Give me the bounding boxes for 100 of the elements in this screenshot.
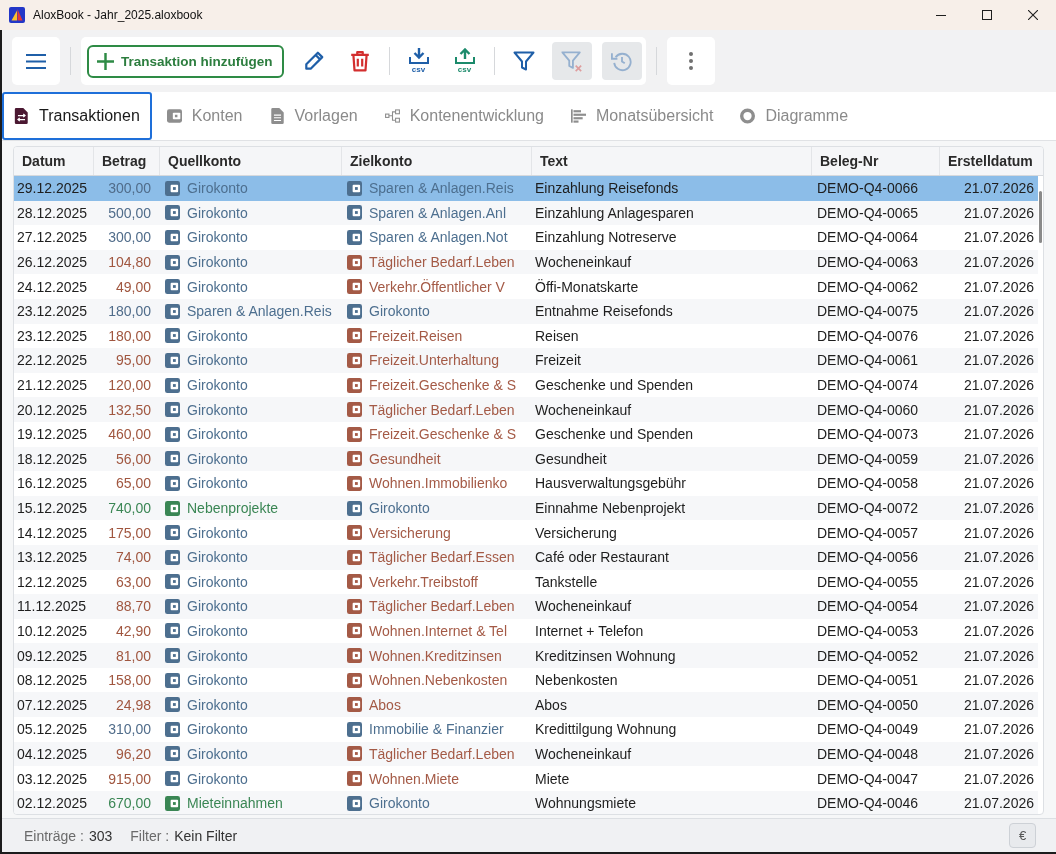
table-cell-text: 21.07.2026 xyxy=(962,400,1035,420)
entries-label: Einträge : xyxy=(24,827,84,844)
currency-button[interactable]: € xyxy=(1009,823,1036,848)
maximize-icon[interactable] xyxy=(982,10,992,20)
tab[interactable]: Transaktionen xyxy=(2,92,152,140)
table-row[interactable]: 22.12.2025 95,00 Girokonto Freizeit.Unterhaltung Freizeit DEMO-Q4-0061 21.07.2026 xyxy=(14,348,1038,373)
table-row[interactable]: 12.12.2025 63,00 Girokonto Verkehr.Treibstoff Tankstelle DEMO-Q4-0055 21.07.2026 xyxy=(14,569,1038,595)
table-cell-text: 21.07.2026 xyxy=(962,720,1035,740)
table-cell-text: Miete xyxy=(534,769,571,789)
table-cell-text: Internet + Telefon xyxy=(534,622,645,641)
plus-icon xyxy=(97,52,114,70)
table-row[interactable]: 23.12.2025 180,00 Sparen & Anlagen.Reis Girokonto Entnahme Reisefonds DEMO-Q4-0075 21.07.2026 xyxy=(14,298,1038,324)
table-cell-text: 21.07.2026 xyxy=(962,671,1035,691)
account-name: Täglicher Bedarf.Leben xyxy=(369,598,515,615)
column-header[interactable]: Zielkonto xyxy=(342,147,532,175)
table-cell-text: DEMO-Q4-0066 xyxy=(816,179,920,199)
table-row[interactable]: 21.12.2025 120,00 Girokonto Freizeit.Geschenke & S Geschenke und Spenden DEMO-Q4-0074 21.07.2026 xyxy=(14,372,1038,398)
table-cell-text: 21.07.2026 xyxy=(962,499,1035,518)
import-csv-button[interactable]: csv xyxy=(446,42,483,80)
table-row[interactable]: 08.12.2025 158,00 Girokonto Wohnen.Nebenkosten Nebenkosten DEMO-Q4-0051 21.07.2026 xyxy=(14,667,1038,693)
window-title: AloxBook - Jahr_2025.aloxbook xyxy=(33,8,203,22)
account-name: Girokonto xyxy=(187,573,248,590)
table-row[interactable]: 24.12.2025 49,00 Girokonto Verkehr.Öffentlicher V Öffi-Monatskarte DEMO-Q4-0062 21.07.2026 xyxy=(14,274,1038,299)
table-row[interactable]: 26.12.2025 104,80 Girokonto Täglicher Bedarf.Leben Wocheneinkauf DEMO-Q4-0063 21.07.2026 xyxy=(14,249,1038,275)
account-name: Wohnen.Miete xyxy=(369,770,459,787)
table-row[interactable]: 28.12.2025 500,00 Girokonto Sparen & Anlagen.Anl Einzahlung Anlagesparen DEMO-Q4-0065 21.07.2026 xyxy=(14,200,1038,226)
menu-button[interactable] xyxy=(12,37,60,85)
close-icon[interactable] xyxy=(1028,10,1038,20)
table-row[interactable]: 07.12.2025 24,98 Girokonto Abos Abos DEMO-Q4-0050 21.07.2026 xyxy=(14,692,1038,718)
table-row[interactable]: 04.12.2025 96,20 Girokonto Täglicher Bedarf.Leben Wocheneinkauf DEMO-Q4-0048 21.07.2026 xyxy=(14,741,1038,767)
table-cell-text: 28.12.2025 xyxy=(16,203,89,223)
account-name: Girokonto xyxy=(369,303,430,320)
table-cell-text: 21.07.2026 xyxy=(962,646,1035,666)
tab[interactable]: Kontenentwicklung xyxy=(372,92,556,140)
table-row[interactable]: 05.12.2025 310,00 Girokonto Immobilie & Finanzier Kredittilgung Wohnung DEMO-Q4-0049 21.07.2026 xyxy=(14,717,1038,742)
table-row[interactable]: 27.12.2025 300,00 Girokonto Sparen & Anlagen.Not Einzahlung Notreserve DEMO-Q4-0064 21.07.2026 xyxy=(14,225,1038,250)
table-row[interactable]: 09.12.2025 81,00 Girokonto Wohnen.Kreditzinsen Kreditzinsen Wohnung DEMO-Q4-0052 21.07.2026 xyxy=(14,643,1038,668)
add-transaction-button[interactable]: Transaktion hinzufügen xyxy=(87,44,284,78)
tab[interactable]: Monatsübersicht xyxy=(559,92,726,140)
table-cell-text: 15.12.2025 xyxy=(16,499,89,518)
table-cell-text: 74,00 xyxy=(114,548,152,568)
table-cell-text: 49,00 xyxy=(114,277,152,297)
table-cell-text: Entnahme Reisefonds xyxy=(534,302,674,322)
column-header[interactable]: Erstelldatum xyxy=(940,147,1043,175)
table-cell-text: 63,00 xyxy=(114,572,152,592)
table-cell-text: DEMO-Q4-0051 xyxy=(816,671,920,691)
account-name: Girokonto xyxy=(187,475,248,492)
table-row[interactable]: 10.12.2025 42,90 Girokonto Wohnen.Internet & Tel Internet + Telefon DEMO-Q4-0053 21.07.2026 xyxy=(14,618,1038,644)
table-cell-text: Wocheneinkauf xyxy=(534,253,633,273)
table-row[interactable]: 02.12.2025 670,00 Mieteinnahmen Girokonto Wohnungsmiete DEMO-Q4-0046 21.07.2026 xyxy=(14,790,1038,814)
table-row[interactable]: 19.12.2025 460,00 Girokonto Freizeit.Geschenke & S Geschenke und Spenden DEMO-Q4-0073 21.07.2026 xyxy=(14,421,1038,447)
table-row[interactable]: 15.12.2025 740,00 Nebenprojekte Girokonto Einnahme Nebenprojekt DEMO-Q4-0072 21.07.2026 xyxy=(14,495,1038,521)
table-cell-text: 300,00 xyxy=(107,228,152,248)
table-cell-text: DEMO-Q4-0074 xyxy=(816,376,920,396)
table-row[interactable]: 14.12.2025 175,00 Girokonto Versicherung Versicherung DEMO-Q4-0057 21.07.2026 xyxy=(14,520,1038,545)
column-header[interactable]: Beleg-Nr xyxy=(812,147,940,175)
table-row[interactable]: 11.12.2025 88,70 Girokonto Täglicher Bedarf.Leben Wocheneinkauf DEMO-Q4-0054 21.07.2026 xyxy=(14,594,1038,619)
tab[interactable]: Vorlagen xyxy=(257,92,370,140)
account-name: Girokonto xyxy=(187,180,248,197)
table-cell-text: 21.07.2026 xyxy=(962,376,1035,396)
table-row[interactable]: 03.12.2025 915,00 Girokonto Wohnen.Miete Miete DEMO-Q4-0047 21.07.2026 xyxy=(14,766,1038,791)
table-row[interactable]: 29.12.2025 300,00 Girokonto Sparen & Anlagen.Reis Einzahlung Reisefonds DEMO-Q4-0066 21.07.2026 xyxy=(14,176,1038,201)
account-name: Girokonto xyxy=(369,795,430,812)
trash-icon xyxy=(348,50,371,72)
wallet-icon xyxy=(166,108,182,124)
table-cell-text: Versicherung xyxy=(534,523,618,543)
table-cell-text: 21.07.2026 xyxy=(962,326,1035,346)
pencil-icon xyxy=(302,50,325,72)
wallet-icon xyxy=(347,795,362,811)
column-header[interactable]: Quellkonto xyxy=(160,147,342,175)
wallet-icon xyxy=(347,279,362,295)
table-cell-text: Kreditzinsen Wohnung xyxy=(534,646,677,666)
wallet-icon xyxy=(165,648,180,664)
table-row[interactable]: 13.12.2025 74,00 Girokonto Täglicher Bedarf.Essen Café oder Restaurant DEMO-Q4-0056 21.07.2026 xyxy=(14,544,1038,570)
account-name: Wohnen.Internet & Tel xyxy=(369,623,508,639)
minimize-icon[interactable] xyxy=(936,14,946,16)
column-header[interactable]: Betrag xyxy=(94,147,160,175)
table-cell-text: 500,00 xyxy=(107,203,152,223)
table-row[interactable]: 20.12.2025 132,50 Girokonto Täglicher Bedarf.Leben Wocheneinkauf DEMO-Q4-0060 21.07.2026 xyxy=(14,397,1038,422)
export-csv-button[interactable]: csv xyxy=(400,42,437,80)
table-row[interactable]: 16.12.2025 65,00 Girokonto Wohnen.Immobilienko Hausverwaltungsgebühr DEMO-Q4-0058 21.07.2026 xyxy=(14,471,1038,496)
table-cell-text: Öffi-Monatskarte xyxy=(534,277,640,297)
table-row[interactable]: 23.12.2025 180,00 Girokonto Freizeit.Reisen Reisen DEMO-Q4-0076 21.07.2026 xyxy=(14,323,1038,349)
account-name: Girokonto xyxy=(187,623,248,639)
table-cell-text: 21.07.2026 xyxy=(962,548,1035,568)
account-name: Wohnen.Kreditzinsen xyxy=(369,647,502,664)
column-header[interactable]: Text xyxy=(532,147,812,175)
table-cell-text: Einnahme Nebenprojekt xyxy=(534,499,687,518)
wallet-icon xyxy=(165,500,180,516)
table-cell-text: Einzahlung Reisefonds xyxy=(534,179,680,199)
tab[interactable]: Konten xyxy=(154,92,255,140)
wallet-icon xyxy=(165,352,180,368)
column-header[interactable]: Datum xyxy=(14,147,94,175)
table-row[interactable]: 18.12.2025 56,00 Girokonto Gesundheit Gesundheit DEMO-Q4-0059 21.07.2026 xyxy=(14,446,1038,472)
table-cell-text: 21.07.2026 xyxy=(962,622,1035,641)
ring-icon xyxy=(740,108,756,124)
account-name: Girokonto xyxy=(187,524,248,541)
table-cell-text: 158,00 xyxy=(107,671,152,691)
scrollbar-thumb[interactable] xyxy=(1039,191,1042,243)
account-name: Girokonto xyxy=(187,598,248,615)
